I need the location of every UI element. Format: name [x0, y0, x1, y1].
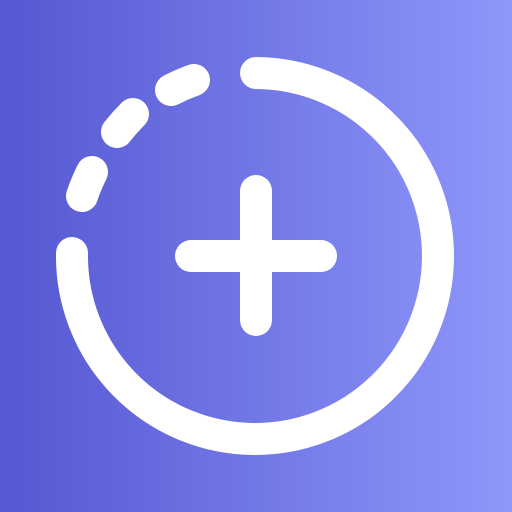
ring-dash-3 — [155, 64, 210, 106]
app-icon — [0, 0, 512, 512]
add-story-icon — [55, 57, 454, 455]
ring-dash-2 — [101, 98, 149, 148]
ring-dash-1 — [66, 156, 108, 212]
